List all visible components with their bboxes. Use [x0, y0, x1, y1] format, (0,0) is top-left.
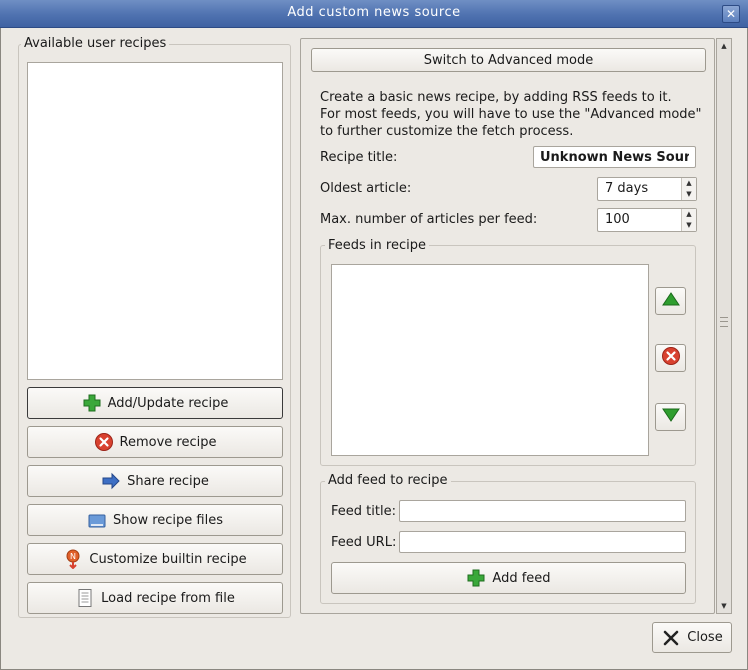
plus-icon [82, 393, 102, 413]
plus-icon [466, 568, 486, 588]
feed-url-input[interactable] [399, 531, 686, 553]
description-line-3: to further customize the fetch process. [320, 124, 574, 139]
customize-builtin-recipe-label: Customize builtin recipe [89, 551, 247, 567]
add-update-recipe-label: Add/Update recipe [107, 395, 229, 411]
panel-scrollbar[interactable]: ▲ ▼ [716, 38, 732, 614]
description-line-1: Create a basic news recipe, by adding RS… [320, 90, 672, 105]
close-x-icon [661, 628, 681, 648]
switch-advanced-mode-button[interactable]: Switch to Advanced mode [311, 48, 706, 72]
add-update-recipe-button[interactable]: Add/Update recipe [27, 387, 283, 419]
oldest-article-value: 7 days [605, 181, 649, 196]
document-icon [75, 588, 95, 608]
description-text: Create a basic news recipe, by adding RS… [320, 89, 702, 140]
switch-advanced-mode-label: Switch to Advanced mode [423, 52, 594, 68]
available-recipes-label: Available user recipes [21, 36, 170, 51]
oldest-article-label: Oldest article: [320, 181, 412, 196]
max-articles-spinbox[interactable]: 100 ▲ ▼ [597, 208, 697, 232]
share-recipe-button[interactable]: Share recipe [27, 465, 283, 497]
remove-feed-button[interactable] [655, 344, 686, 372]
window-close-button[interactable]: ✕ [722, 5, 740, 23]
load-recipe-from-file-label: Load recipe from file [101, 590, 235, 606]
feed-title-input[interactable] [399, 500, 686, 522]
load-recipe-from-file-button[interactable]: Load recipe from file [27, 582, 283, 614]
add-feed-group-label: Add feed to recipe [325, 473, 451, 488]
arrow-right-icon [101, 471, 121, 491]
close-button[interactable]: Close [652, 622, 732, 653]
title-bar: Add custom news source ✕ [0, 0, 748, 28]
oldest-article-stepper[interactable]: ▲ ▼ [681, 178, 696, 200]
oldest-article-spinbox[interactable]: 7 days ▲ ▼ [597, 177, 697, 201]
feed-title-label: Feed title: [331, 504, 396, 519]
feeds-in-recipe-label: Feeds in recipe [325, 238, 429, 253]
scroll-grip[interactable] [720, 317, 728, 327]
recipe-title-label: Recipe title: [320, 150, 398, 165]
max-articles-value: 100 [605, 212, 630, 227]
user-recipes-list[interactable] [27, 62, 283, 380]
news-marker-icon: N [63, 549, 83, 569]
window-title: Add custom news source [287, 5, 461, 20]
arrow-down-icon [661, 408, 680, 426]
show-recipe-files-label: Show recipe files [113, 512, 223, 528]
remove-recipe-button[interactable]: Remove recipe [27, 426, 283, 458]
folder-icon [87, 510, 107, 530]
share-recipe-label: Share recipe [127, 473, 209, 489]
description-line-2: For most feeds, you will have to use the… [320, 107, 702, 122]
scroll-down-arrow[interactable]: ▼ [717, 599, 731, 613]
close-label: Close [687, 630, 723, 645]
move-feed-down-button[interactable] [655, 403, 686, 431]
move-feed-up-button[interactable] [655, 287, 686, 315]
add-feed-button[interactable]: Add feed [331, 562, 686, 594]
arrow-up-icon [661, 292, 680, 310]
remove-recipe-label: Remove recipe [119, 434, 217, 450]
remove-icon [94, 432, 114, 452]
add-feed-label: Add feed [492, 570, 551, 586]
remove-icon [661, 346, 681, 370]
max-articles-stepper[interactable]: ▲ ▼ [681, 209, 696, 231]
feeds-list[interactable] [331, 264, 649, 456]
max-articles-label: Max. number of articles per feed: [320, 212, 538, 227]
feed-url-label: Feed URL: [331, 535, 397, 550]
scroll-up-arrow[interactable]: ▲ [717, 39, 731, 53]
svg-text:N: N [70, 552, 76, 561]
show-recipe-files-button[interactable]: Show recipe files [27, 504, 283, 536]
recipe-title-input[interactable] [533, 146, 696, 168]
customize-builtin-recipe-button[interactable]: N Customize builtin recipe [27, 543, 283, 575]
